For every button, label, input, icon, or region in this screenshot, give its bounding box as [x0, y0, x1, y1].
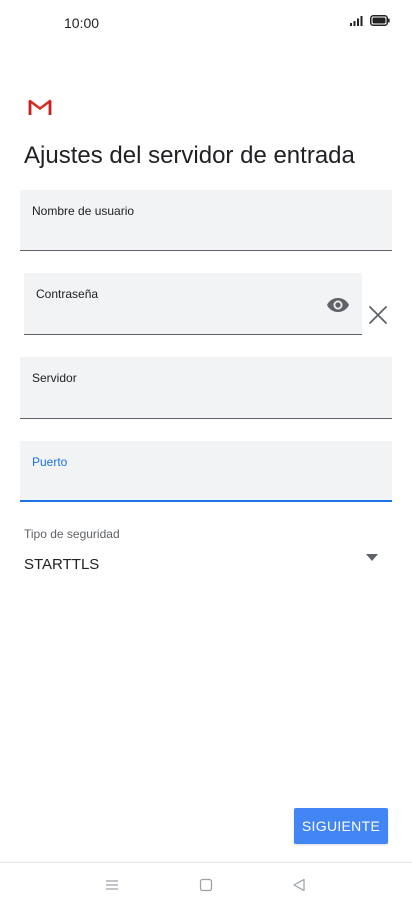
gmail-logo: [28, 99, 52, 115]
system-nav-bar: [0, 862, 412, 906]
security-type-dropdown[interactable]: STARTTLS: [24, 544, 384, 580]
next-button[interactable]: SIGUIENTE: [294, 808, 388, 844]
username-field[interactable]: Nombre de usuario: [20, 190, 392, 251]
security-type-label: Tipo de seguridad: [24, 527, 120, 541]
dropdown-arrow-icon: [366, 554, 378, 561]
page-title: Ajustes del servidor de entrada: [24, 142, 355, 169]
password-input[interactable]: [36, 304, 314, 326]
port-input[interactable]: [32, 470, 380, 492]
password-field[interactable]: Contraseña: [24, 273, 362, 335]
menu-icon[interactable]: [104, 877, 120, 893]
status-time: 10:00: [64, 15, 100, 31]
security-type-value: STARTTLS: [24, 556, 100, 573]
password-label: Contraseña: [36, 287, 99, 301]
port-label: Puerto: [32, 455, 68, 469]
close-icon[interactable]: [367, 304, 389, 326]
battery-icon: [370, 15, 390, 26]
back-icon[interactable]: [291, 877, 307, 893]
status-icons: [350, 15, 390, 26]
server-label: Servidor: [32, 371, 77, 385]
signal-icon: [350, 15, 363, 26]
port-field[interactable]: Puerto: [20, 441, 392, 502]
username-label: Nombre de usuario: [32, 204, 135, 218]
server-field[interactable]: Servidor: [20, 357, 392, 419]
home-icon[interactable]: [198, 877, 214, 893]
eye-icon[interactable]: [326, 293, 350, 317]
username-input[interactable]: [32, 220, 380, 242]
status-bar: 10:00: [0, 0, 412, 46]
server-input[interactable]: [32, 388, 380, 410]
